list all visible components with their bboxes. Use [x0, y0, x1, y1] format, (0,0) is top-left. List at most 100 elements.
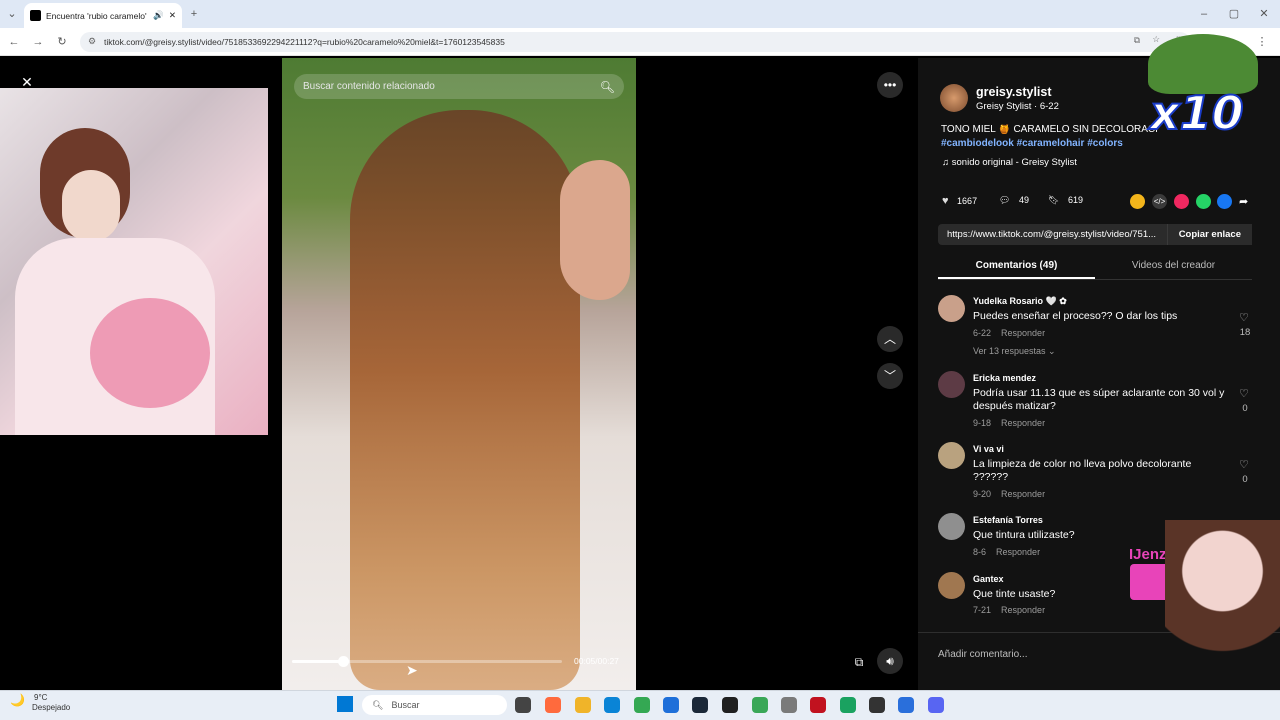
volume-icon[interactable]: 🔊︎ — [877, 648, 903, 674]
reload-icon[interactable]: ↻ — [54, 34, 70, 50]
embed-code-icon[interactable]: </> — [1152, 194, 1167, 209]
hashtag-link[interactable]: #colors — [1087, 138, 1123, 149]
discord-icon[interactable] — [928, 697, 944, 713]
chrome-profile-icon[interactable] — [752, 697, 768, 713]
taskbar-search-placeholder: Buscar — [391, 700, 420, 710]
reply-button[interactable]: Responder — [1001, 605, 1045, 615]
comment-avatar[interactable] — [938, 371, 965, 398]
steam-icon[interactable] — [692, 697, 708, 713]
comment-avatar[interactable] — [938, 513, 965, 540]
whatsapp-icon[interactable] — [1196, 194, 1211, 209]
file-explorer-icon[interactable] — [575, 697, 591, 713]
weather-widget[interactable]: 🌙 9°C Despejado — [10, 693, 70, 713]
app-icon[interactable] — [898, 697, 914, 713]
sound-row[interactable]: ♫ sonido original - Greisy Stylist — [942, 157, 1077, 168]
taskbar-search-input[interactable]: 🔍︎ Buscar — [362, 695, 507, 715]
start-icon[interactable] — [337, 696, 353, 712]
reply-button[interactable]: Responder — [1001, 418, 1045, 428]
comment-meta: 9-18 Responder — [973, 418, 1045, 428]
install-icon[interactable]: ⧉ — [1134, 35, 1140, 46]
comment-date: 9-18 — [973, 418, 992, 428]
comment-author[interactable]: Yudelka Rosario 🤍 ✿ — [973, 296, 1067, 307]
video-progress-bar[interactable] — [292, 656, 562, 667]
share-link[interactable]: https://www.tiktok.com/@greisy.stylist/v… — [947, 229, 1156, 240]
obs-icon[interactable] — [869, 697, 885, 713]
author-username[interactable]: greisy.stylist — [976, 85, 1052, 99]
settings-gear-icon[interactable] — [781, 697, 797, 713]
comment-stat[interactable]: 💬︎ 49 — [999, 195, 1029, 206]
maximize-icon[interactable]: ▢ — [1226, 6, 1242, 22]
tab-audio-icon[interactable]: 🔊 — [153, 10, 164, 21]
author-avatar[interactable] — [940, 84, 968, 112]
twitch-logo-icon — [1130, 564, 1170, 600]
video-face — [560, 160, 630, 300]
back-icon[interactable]: ← — [6, 34, 22, 50]
tab-list-icon[interactable]: ⌄ — [4, 6, 20, 22]
minimize-icon[interactable]: – — [1196, 6, 1212, 22]
multiplier-overlay: x10 — [1149, 85, 1245, 141]
video-time: 00:05/00:27 — [574, 656, 619, 666]
comment-meta: 9-20 Responder — [973, 489, 1045, 499]
spreadsheet-icon[interactable] — [840, 697, 856, 713]
view-replies-button[interactable]: Ver 13 respuestas ⌄ — [973, 346, 1056, 357]
facebook-icon[interactable] — [1217, 194, 1232, 209]
address-bar[interactable]: ⚙ tiktok.com/@greisy.stylist/video/75185… — [80, 32, 1190, 52]
new-tab-button[interactable]: + — [186, 6, 202, 22]
panel-tabs: Comentarios (49) Videos del creador — [938, 258, 1252, 280]
reply-button[interactable]: Responder — [1001, 328, 1045, 338]
site-info-icon[interactable]: ⚙ — [88, 36, 96, 47]
comment-count: 49 — [1018, 195, 1029, 205]
tab-close-icon[interactable]: ✕ — [169, 10, 176, 21]
forward-icon[interactable]: → — [30, 34, 46, 50]
author-display-line: Greisy Stylist · 6-22 — [976, 101, 1059, 112]
progress-fill — [292, 660, 344, 663]
like-stat[interactable]: ♥ 1667 — [942, 195, 977, 207]
comment-like-icon[interactable]: ♡ — [1239, 311, 1249, 324]
save-count: 619 — [1067, 195, 1083, 205]
pip-icon[interactable]: ⧉ — [846, 649, 872, 675]
chrome-icon[interactable] — [634, 697, 650, 713]
comment-date: 8-6 — [973, 547, 987, 557]
streamer-name-overlay: IJenz — [1129, 546, 1167, 563]
previous-video-icon[interactable]: ︿ — [877, 326, 903, 352]
share-link-box: https://www.tiktok.com/@greisy.stylist/v… — [938, 224, 1252, 245]
search-icon[interactable]: 🔍︎ — [600, 80, 615, 94]
next-video-icon[interactable]: ﹀ — [877, 363, 903, 389]
hashtag-link[interactable]: #cambiodelook — [941, 138, 1014, 149]
send-icon[interactable] — [1174, 194, 1189, 209]
copy-link-button[interactable]: Copiar enlace — [1166, 224, 1252, 245]
comment-avatar[interactable] — [938, 572, 965, 599]
bookmark-star-icon[interactable]: ☆ — [1152, 34, 1160, 45]
comment-author[interactable]: Vi va vi — [973, 444, 1004, 454]
share-arrow-icon[interactable]: ➦ — [1239, 195, 1248, 208]
bookmark-icon: 🔖︎ — [1048, 195, 1060, 205]
add-comment-input[interactable]: Añadir comentario... — [938, 649, 1168, 660]
browser-tab[interactable]: Encuentra 'rubio caramelo' 🔊 ✕ — [24, 3, 182, 28]
copilot-icon[interactable] — [545, 697, 561, 713]
comment-author[interactable]: Ericka mendez — [973, 373, 1036, 383]
comment-like-icon[interactable]: ♡ — [1239, 458, 1249, 471]
xbox-icon[interactable] — [722, 697, 738, 713]
store-icon[interactable] — [663, 697, 679, 713]
comment-avatar[interactable] — [938, 442, 965, 469]
hashtag-link[interactable]: #caramelohair — [1017, 138, 1085, 149]
tab-comments[interactable]: Comentarios (49) — [938, 258, 1095, 279]
edge-icon[interactable] — [604, 697, 620, 713]
save-stat[interactable]: 🔖︎ 619 — [1048, 195, 1083, 206]
task-view-icon[interactable] — [515, 697, 531, 713]
comment-like-icon[interactable]: ♡ — [1239, 387, 1249, 400]
menu-icon[interactable]: ⋮ — [1254, 34, 1270, 50]
comment-avatar[interactable] — [938, 295, 965, 322]
comment-text: Puedes enseñar el proceso?? O dar los ti… — [973, 310, 1178, 322]
comment-author[interactable]: Gantex — [973, 574, 1004, 584]
comment-author[interactable]: Estefanía Torres — [973, 515, 1043, 525]
epic-games-icon[interactable] — [810, 697, 826, 713]
more-options-icon[interactable]: ••• — [877, 72, 903, 98]
reply-button[interactable]: Responder — [1001, 489, 1045, 499]
window-close-icon[interactable]: ✕ — [1256, 6, 1272, 22]
coin-share-icon[interactable] — [1130, 194, 1145, 209]
reply-button[interactable]: Responder — [996, 547, 1040, 557]
related-search-input[interactable]: Buscar contenido relacionado 🔍︎ — [294, 74, 624, 99]
address-url: tiktok.com/@greisy.stylist/video/7518533… — [104, 37, 505, 47]
tab-creator-videos[interactable]: Videos del creador — [1095, 258, 1252, 279]
